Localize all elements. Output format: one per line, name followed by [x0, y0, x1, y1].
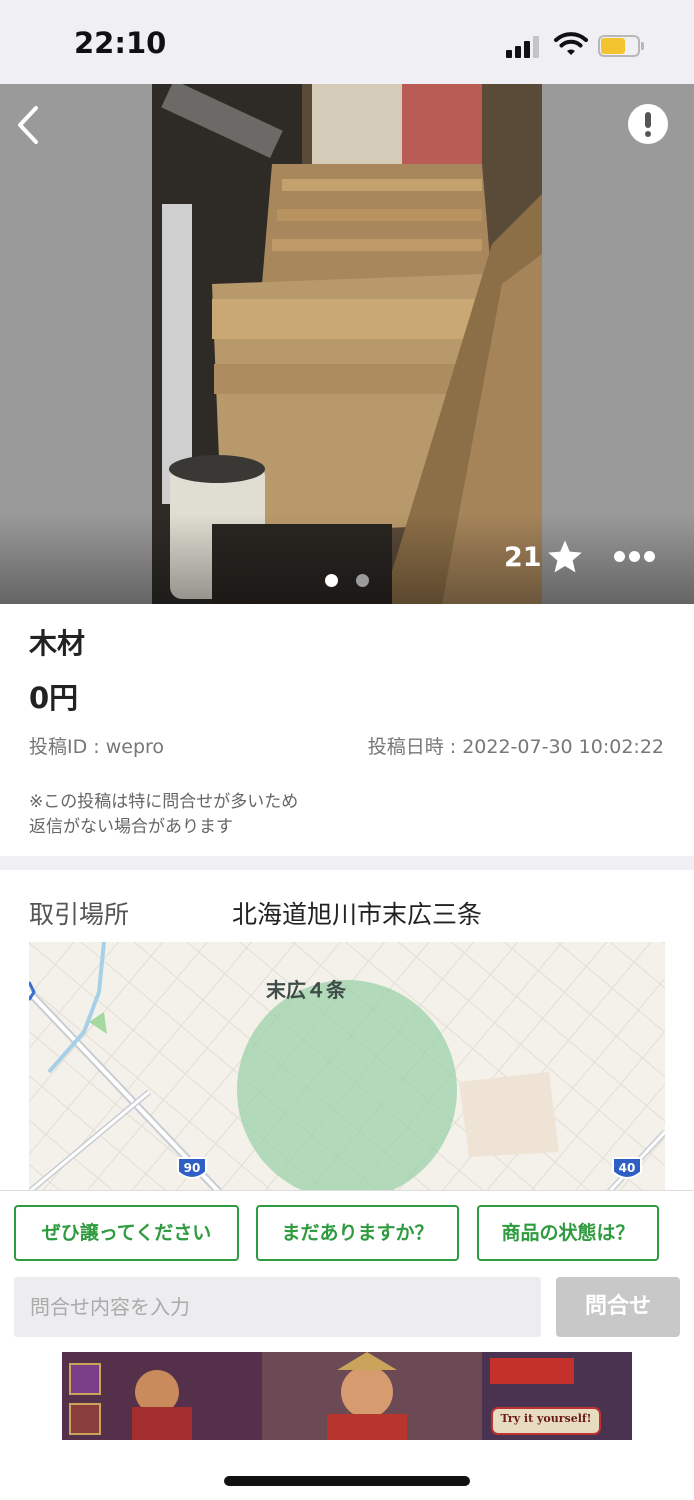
- route-40-number: 40: [618, 1161, 636, 1175]
- carousel-page-indicator: [325, 574, 371, 588]
- report-exclamation-icon[interactable]: [628, 104, 668, 144]
- inquiry-notice: ※この投稿は特に問合せが多いため 返信がない場合があります: [29, 790, 298, 840]
- home-indicator: [224, 1476, 470, 1486]
- star-icon[interactable]: [546, 538, 584, 576]
- ad-banner[interactable]: Try it yourself!: [62, 1352, 632, 1440]
- page-dot-active: [325, 574, 338, 587]
- cellular-signal-icon: [506, 34, 544, 58]
- trade-location-label: 取引場所: [29, 900, 130, 929]
- route-90-badge: 90: [176, 1154, 208, 1184]
- section-divider: [0, 856, 694, 870]
- notice-line-2: 返信がない場合があります: [29, 817, 233, 837]
- send-inquiry-button[interactable]: 問合せ: [556, 1277, 680, 1337]
- route-90-number: 90: [183, 1161, 201, 1175]
- back-chevron-icon[interactable]: [10, 100, 50, 150]
- wifi-icon: [554, 32, 588, 55]
- photo-shade: [0, 514, 694, 604]
- post-date: 投稿日時 : 2022-07-30 10:02:22: [367, 736, 664, 758]
- quick-reply-still-available[interactable]: まだありますか？: [256, 1205, 459, 1261]
- inquiry-input[interactable]: [14, 1277, 541, 1337]
- route-40-badge: 40: [611, 1154, 643, 1184]
- favorite-count: 21: [504, 542, 542, 573]
- photo-carousel[interactable]: 21: [0, 84, 694, 604]
- more-options-icon[interactable]: [614, 551, 656, 565]
- status-bar: 22:10: [0, 0, 694, 84]
- location-map[interactable]: 末広４条 90 40: [29, 942, 665, 1192]
- battery-icon: [598, 35, 644, 57]
- notice-line-1: ※この投稿は特に問合せが多いため: [29, 792, 299, 812]
- post-id: 投稿ID : wepro: [29, 736, 165, 758]
- ad-cta-label: Try it yourself!: [500, 1412, 592, 1425]
- page-dot: [356, 574, 369, 587]
- map-area-label: 末広４条: [266, 978, 346, 1002]
- item-title: 木材: [29, 627, 86, 660]
- inquiry-bar: ぜひ譲ってください まだありますか？ 商品の状態は？ 問合せ: [0, 1190, 694, 1350]
- quick-reply-please-give[interactable]: ぜひ譲ってください: [14, 1205, 239, 1261]
- ad-artwork: [62, 1352, 632, 1440]
- item-price: 0円: [29, 681, 79, 715]
- map-graphic: [29, 942, 665, 1192]
- trade-location-value: 北海道旭川市末広三条: [232, 900, 483, 929]
- status-time: 22:10: [74, 26, 167, 60]
- quick-reply-item-condition[interactable]: 商品の状態は？: [477, 1205, 659, 1261]
